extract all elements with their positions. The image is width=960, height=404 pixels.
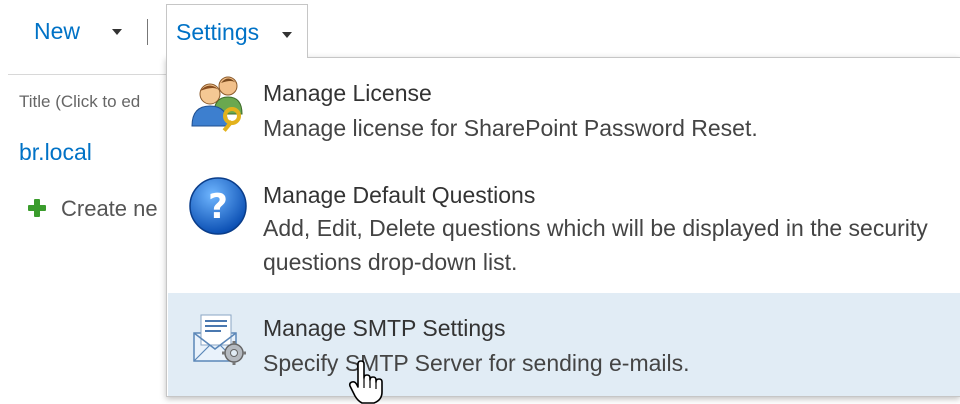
question-mark-icon: ? xyxy=(189,177,247,235)
create-new-label: Create ne xyxy=(61,196,158,221)
menu-item-manage-license[interactable]: Manage License Manage license for ShareP… xyxy=(168,58,960,158)
plus-icon xyxy=(27,198,47,218)
menu-item-title: Manage SMTP Settings xyxy=(263,315,506,341)
menu-item-title: Manage Default Questions xyxy=(263,182,536,208)
svg-text:?: ? xyxy=(208,187,228,227)
menu-item-description: Add, Edit, Delete questions which will b… xyxy=(263,215,928,275)
settings-dropdown-arrow-icon xyxy=(282,32,292,38)
menu-item-description: Manage license for SharePoint Password R… xyxy=(263,115,758,141)
new-dropdown-arrow-icon[interactable] xyxy=(112,29,122,35)
settings-button[interactable]: Settings xyxy=(166,4,308,58)
toolbar: New Settings xyxy=(0,0,960,60)
create-new-link[interactable]: Create ne xyxy=(27,196,158,222)
settings-label: Settings xyxy=(176,19,260,45)
users-key-icon xyxy=(191,76,243,132)
new-button[interactable]: New xyxy=(34,16,80,46)
menu-item-title: Manage License xyxy=(263,80,432,106)
list-header-divider xyxy=(8,74,168,75)
menu-item-manage-smtp-settings[interactable]: Manage SMTP Settings Specify SMTP Server… xyxy=(168,293,960,396)
list-item-link[interactable]: br.local xyxy=(19,139,92,166)
hand-cursor-icon xyxy=(348,360,383,404)
email-gear-icon xyxy=(193,314,246,365)
settings-dropdown-menu: Manage License Manage license for ShareP… xyxy=(166,57,960,397)
toolbar-separator xyxy=(147,19,148,45)
menu-item-manage-default-questions[interactable]: ? Manage Default Questions Add, Edit, De… xyxy=(168,158,960,290)
column-header-title[interactable]: Title (Click to ed xyxy=(19,92,140,112)
